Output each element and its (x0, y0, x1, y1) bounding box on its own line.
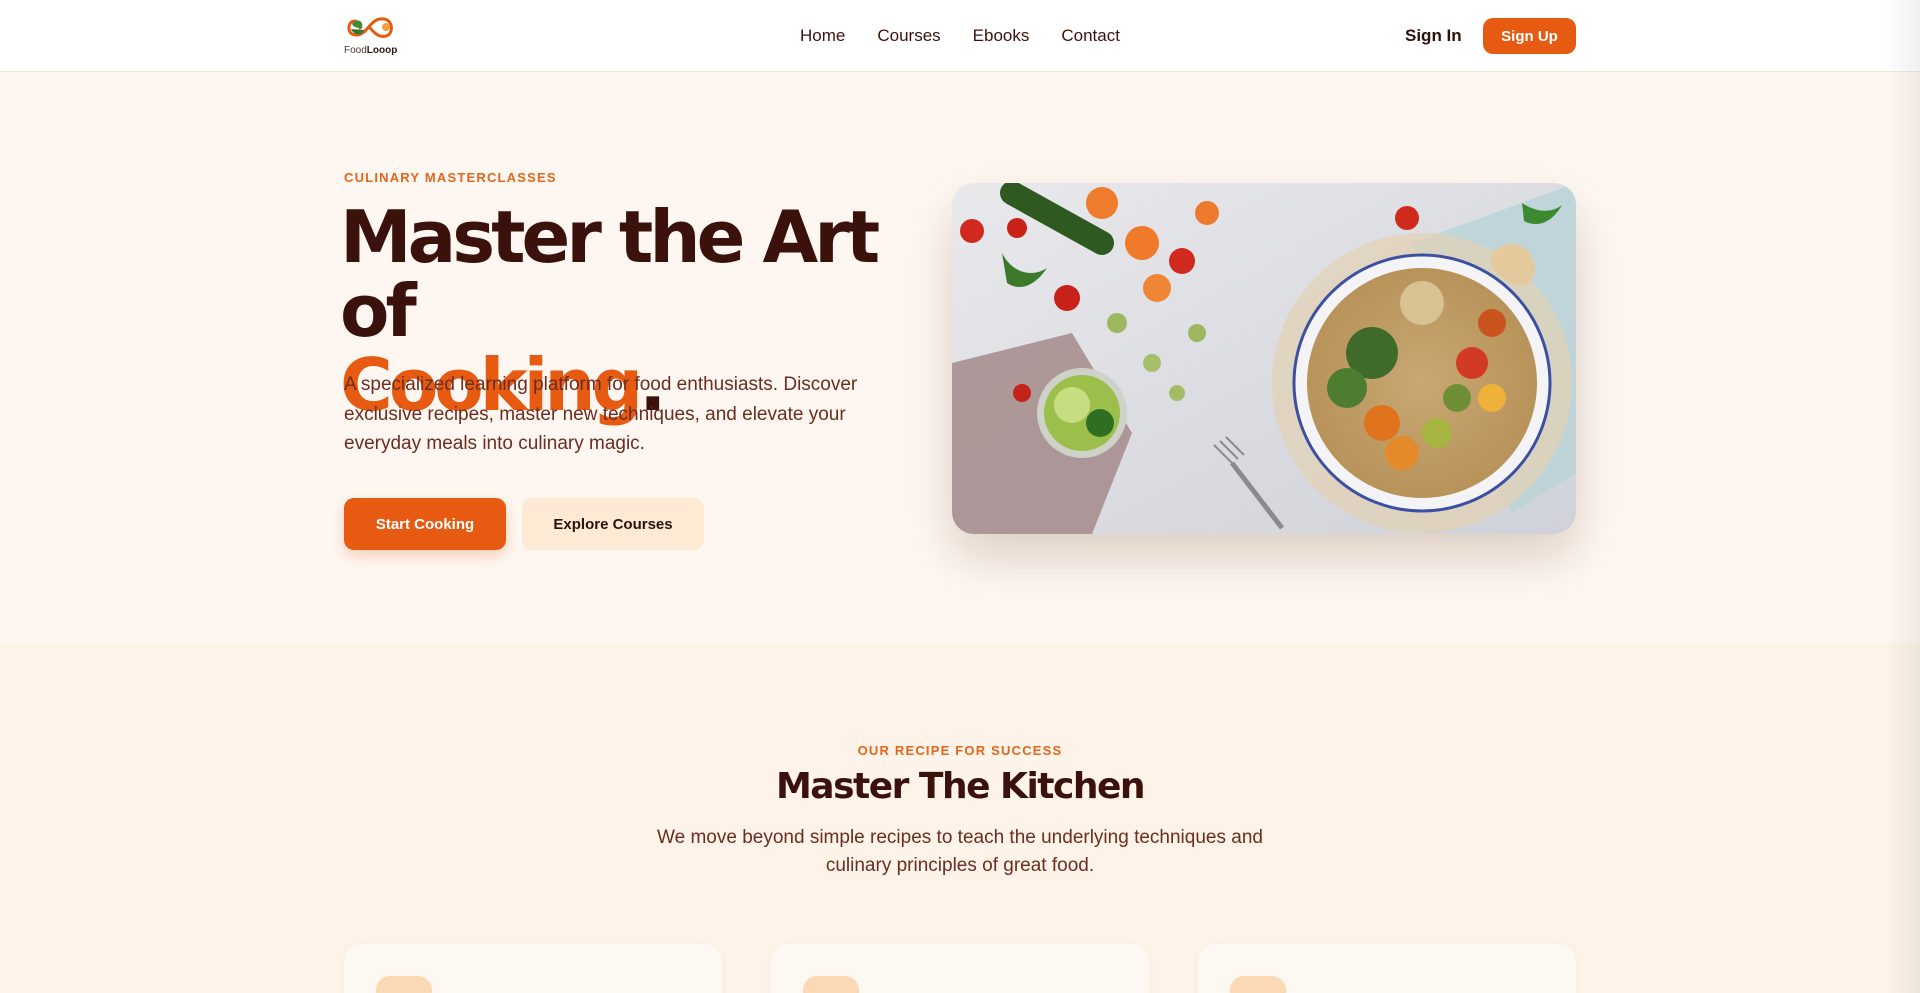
features-section (0, 643, 1920, 993)
sign-up-button[interactable]: Sign Up (1483, 18, 1576, 54)
feature-icon (376, 976, 432, 993)
nav-link-contact[interactable]: Contact (1061, 26, 1120, 46)
foodlooop-logo[interactable]: FoodLooop (344, 14, 404, 58)
feature-card (344, 944, 722, 993)
hero-description: A specialized learning platform for food… (344, 374, 858, 454)
features-eyebrow: OUR RECIPE FOR SUCCESS (857, 743, 1063, 758)
explore-courses-button[interactable]: Explore Courses (522, 498, 704, 550)
hero-eyebrow: CULINARY MASTERCLASSES (344, 170, 557, 185)
start-cooking-button[interactable]: Start Cooking (344, 498, 506, 550)
feature-icon (1230, 976, 1286, 993)
sign-in-link[interactable]: Sign In (1405, 26, 1462, 46)
features-title: Master The Kitchen (775, 766, 1146, 807)
feature-card (1198, 944, 1576, 993)
main-nav: Home Courses Ebooks Contact (800, 26, 1120, 46)
features-description: We move beyond simple recipes to teach t… (657, 827, 1263, 876)
infinity-leaf-icon (347, 17, 393, 38)
food-bowl-illustration (952, 183, 1576, 534)
nav-link-home[interactable]: Home (800, 26, 845, 46)
hero-title-line1: Master the Art of (340, 195, 880, 353)
top-navbar: FoodLooop Home Courses Ebooks Contact Si… (0, 0, 1920, 72)
hero-food-image (952, 183, 1576, 534)
logo-text: FoodLooop (344, 45, 398, 56)
feature-icon (803, 976, 859, 993)
nav-link-courses[interactable]: Courses (877, 26, 940, 46)
feature-card (771, 944, 1149, 993)
nav-link-ebooks[interactable]: Ebooks (973, 26, 1030, 46)
